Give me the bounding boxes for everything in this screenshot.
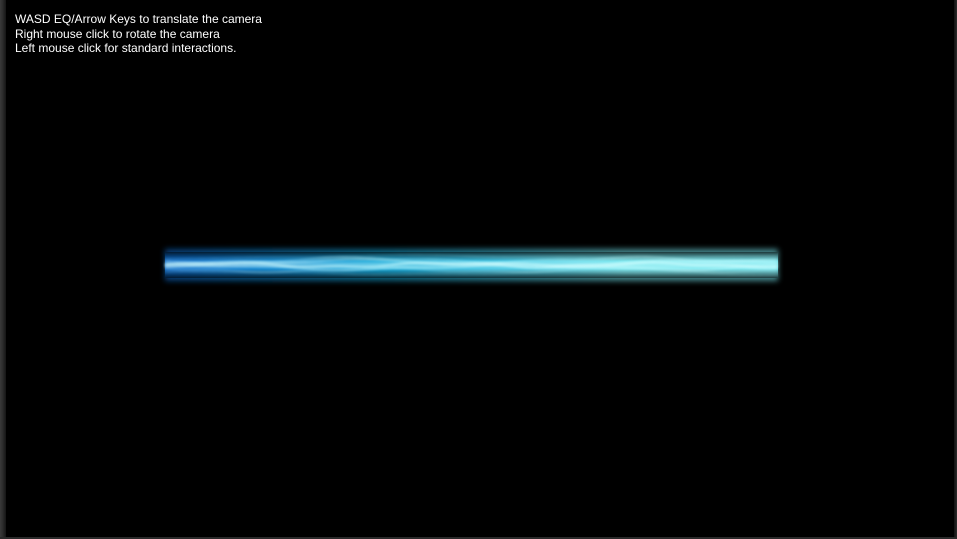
help-line-interact: Left mouse click for standard interactio…: [15, 41, 237, 55]
controls-help-text: WASD EQ/Arrow Keys to translate the came…: [15, 12, 262, 56]
3d-viewport[interactable]: WASD EQ/Arrow Keys to translate the came…: [6, 0, 954, 537]
app-window: WASD EQ/Arrow Keys to translate the came…: [0, 0, 957, 539]
help-line-translate: WASD EQ/Arrow Keys to translate the came…: [15, 12, 262, 26]
energy-beam: [164, 249, 778, 281]
beam-core: [165, 262, 778, 268]
help-line-rotate: Right mouse click to rotate the camera: [15, 26, 220, 41]
